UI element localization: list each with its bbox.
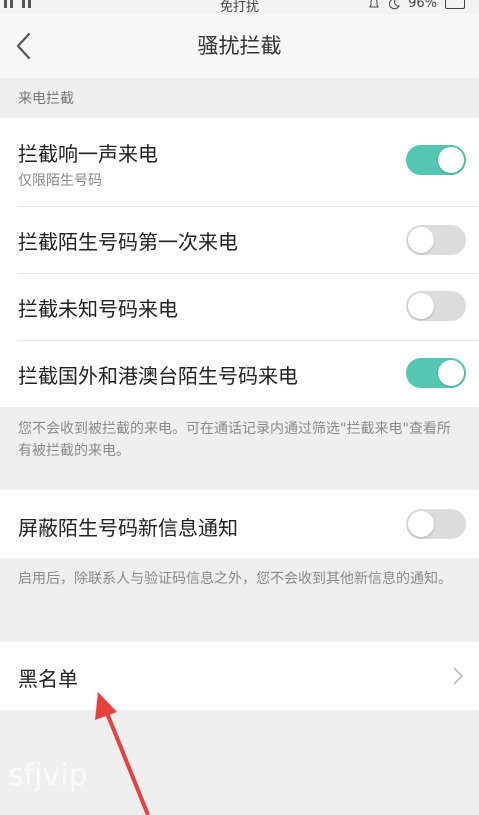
- status-bar: 免打扰 96%: [0, 0, 479, 15]
- setting-row-block-one-ring[interactable]: 拦截响一声来电 仅限陌生号码: [0, 118, 479, 206]
- status-bar-right: 96%: [368, 0, 465, 11]
- setting-label: 拦截陌生号码第一次来电: [18, 230, 238, 254]
- setting-row-block-first-call[interactable]: 拦截陌生号码第一次来电: [0, 206, 479, 273]
- chevron-right-icon: [453, 667, 464, 685]
- setting-row-block-unknown[interactable]: 拦截未知号码来电: [0, 273, 479, 340]
- battery-percent: 96%: [408, 0, 437, 11]
- toggle-knob: [408, 293, 434, 319]
- toggle-block-one-ring[interactable]: [406, 145, 466, 175]
- toggle-block-international[interactable]: [406, 358, 466, 388]
- setting-label: 拦截响一声来电: [18, 142, 158, 166]
- watermark: sfjvip: [8, 758, 88, 793]
- setting-label: 屏蔽陌生号码新信息通知: [18, 516, 238, 540]
- setting-label: 拦截国外和港澳台陌生号码来电: [18, 364, 298, 388]
- call-blocking-note: 您不会收到被拦截的来电。可在通话记录内通过筛选"拦截来电"查看所有被拦截的来电。: [18, 421, 451, 459]
- toggle-knob: [408, 227, 434, 253]
- setting-label: 拦截未知号码来电: [18, 297, 178, 321]
- toggle-knob: [438, 360, 464, 386]
- toggle-knob: [438, 147, 464, 173]
- section-header-call-blocking: 来电拦截: [18, 91, 74, 107]
- battery-icon: [445, 0, 465, 9]
- toggle-block-first-call[interactable]: [406, 225, 466, 255]
- message-blocking-note: 启用后，除联系人与验证码信息之外，您不会收到其他新信息的通知。: [18, 571, 452, 587]
- setting-row-block-message-notify[interactable]: 屏蔽陌生号码新信息通知: [0, 490, 479, 558]
- app-bar: 骚扰拦截: [0, 14, 479, 78]
- blacklist-label: 黑名单: [18, 667, 78, 691]
- blacklist-row[interactable]: 黑名单: [0, 642, 479, 710]
- toggle-block-unknown[interactable]: [406, 291, 466, 321]
- page-title: 骚扰拦截: [197, 34, 282, 58]
- moon-icon: [389, 0, 400, 9]
- blacklist-card: 黑名单: [0, 642, 479, 710]
- toggle-knob: [408, 511, 434, 537]
- setting-row-block-international[interactable]: 拦截国外和港澳台陌生号码来电: [0, 340, 479, 407]
- message-blocking-card: 屏蔽陌生号码新信息通知: [0, 490, 479, 558]
- toggle-block-message-notify[interactable]: [406, 509, 466, 539]
- call-blocking-card: 拦截响一声来电 仅限陌生号码 拦截陌生号码第一次来电 拦截未知号码来电 拦截国外…: [0, 118, 479, 407]
- setting-sublabel: 仅限陌生号码: [18, 173, 102, 189]
- bell-off-icon: [369, 0, 379, 7]
- annotation-arrow-icon: [95, 692, 150, 815]
